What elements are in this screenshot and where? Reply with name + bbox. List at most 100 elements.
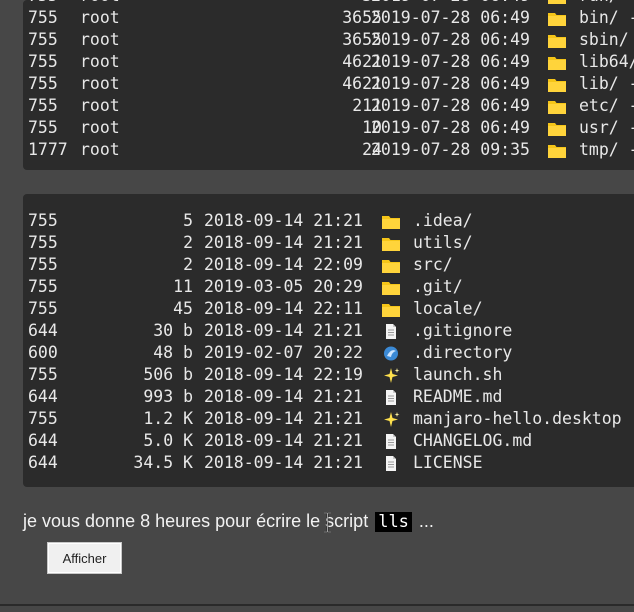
- folder-icon: [548, 77, 566, 92]
- permissions-cell: 600: [28, 343, 58, 362]
- document-icon: [382, 324, 400, 339]
- folder-icon: [548, 143, 566, 158]
- listing-row: 755root362019-07-28 06:49run/: [23, 0, 634, 7]
- document-icon: [382, 434, 400, 449]
- listing-row: 1777 root 24 2019-07-28 09:35 tmp/ -: [23, 139, 634, 161]
- size-cell: 506 b: [143, 365, 193, 384]
- text-cursor-icon: [324, 512, 331, 533]
- date-cell: 2019-07-28 06:49: [371, 118, 530, 137]
- listing-row: 644 30 b 2018-09-14 21:21 .gitignore: [23, 320, 634, 342]
- size-cell: 5.0 K: [143, 431, 193, 450]
- owner-cell: root: [80, 118, 120, 137]
- size-cell: 48 b: [153, 343, 193, 362]
- folder-icon: [382, 302, 400, 317]
- filename-cell: run/: [579, 0, 619, 7]
- folder-icon: [548, 99, 566, 114]
- listing-row: 600 48 b 2019-02-07 20:22 .directory: [23, 342, 634, 364]
- date-cell: 2018-09-14 21:21: [204, 453, 363, 472]
- permissions-cell: 755: [28, 0, 58, 7]
- date-cell: 2018-09-14 22:09: [204, 255, 363, 274]
- date-cell: 2018-09-14 21:21: [204, 431, 363, 450]
- size-cell: 993 b: [143, 387, 193, 406]
- size-cell: 34.5 K: [133, 453, 193, 472]
- filename-cell: tmp/ -: [579, 140, 634, 159]
- listing-row: 755 root 10 2019-07-28 06:49 usr/ -: [23, 117, 634, 139]
- filename-cell: etc/ -: [579, 96, 634, 115]
- filename-cell: LICENSE: [413, 453, 483, 472]
- permissions-cell: 755: [28, 96, 58, 115]
- paragraph-text: je vous donne 8 heures pour écrire le sc…: [23, 511, 374, 531]
- size-cell: 5: [183, 211, 193, 230]
- listing-row: 755 root 211 2019-07-28 06:49 etc/ -: [23, 95, 634, 117]
- listing-row: 644 5.0 K 2018-09-14 21:21 CHANGELOG.md: [23, 430, 634, 452]
- date-cell: 2018-09-14 21:21: [204, 321, 363, 340]
- filename-cell: sbin/ -: [579, 30, 629, 49]
- size-cell: 45: [173, 299, 193, 318]
- filename-cell: utils/: [413, 233, 473, 252]
- permissions-cell: 755: [28, 255, 58, 274]
- folder-icon: [548, 55, 566, 70]
- size-cell: 2: [183, 255, 193, 274]
- listing-row: 755 root 4621 2019-07-28 06:49 lib/ -: [23, 73, 634, 95]
- size-cell: 30 b: [153, 321, 193, 340]
- listing-row: 755 45 2018-09-14 22:11 locale/: [23, 298, 634, 320]
- folder-icon: [548, 0, 566, 4]
- date-cell: 2019-07-28 06:49: [371, 74, 530, 93]
- document-icon: [382, 390, 400, 405]
- size-cell: 1.2 K: [143, 409, 193, 428]
- permissions-cell: 644: [28, 453, 58, 472]
- permissions-cell: 755: [28, 118, 58, 137]
- filename-cell: README.md: [413, 387, 503, 406]
- listing-row: 755 2 2018-09-14 22:09 src/: [23, 254, 634, 276]
- afficher-button[interactable]: Afficher: [47, 542, 122, 574]
- folder-icon: [382, 258, 400, 273]
- date-cell: 2018-09-14 21:21: [204, 409, 363, 428]
- filename-cell: .gitignore: [413, 321, 513, 340]
- permissions-cell: 755: [28, 277, 58, 296]
- permissions-cell: 755: [28, 409, 58, 428]
- filename-cell: .idea/: [413, 211, 473, 230]
- permissions-cell: 755: [28, 299, 58, 318]
- size-cell: 2: [183, 233, 193, 252]
- owner-cell: root: [80, 8, 120, 27]
- permissions-cell: 644: [28, 321, 58, 340]
- filename-cell: lib/ -: [579, 74, 634, 93]
- listing-row: 755 2 2018-09-14 21:21 utils/: [23, 232, 634, 254]
- permissions-cell: 1777: [28, 140, 68, 159]
- folder-icon: [382, 280, 400, 295]
- date-cell: 2019-07-28 06:49: [371, 0, 530, 7]
- date-cell: 2019-07-28 06:49: [371, 96, 530, 115]
- permissions-cell: 755: [28, 74, 58, 93]
- owner-cell: root: [80, 0, 120, 7]
- permissions-cell: 644: [28, 387, 58, 406]
- size-cell: 11: [173, 277, 193, 296]
- filename-cell: .git/: [413, 277, 463, 296]
- document-icon: [382, 456, 400, 471]
- filename-cell: CHANGELOG.md: [413, 431, 533, 450]
- listing-row: 755 11 2019-03-05 20:29 .git/: [23, 276, 634, 298]
- owner-cell: root: [80, 30, 120, 49]
- owner-cell: root: [80, 96, 120, 115]
- permissions-cell: 755: [28, 30, 58, 49]
- folder-icon: [548, 121, 566, 136]
- listing-row: 755 root 3655 2019-07-28 06:49 bin/ -: [23, 7, 634, 29]
- permissions-cell: 755: [28, 233, 58, 252]
- listing-row: 755root36552019-07-28 06:49sbin/ -: [23, 29, 634, 51]
- paragraph: je vous donne 8 heures pour écrire le sc…: [23, 511, 434, 532]
- filename-cell: lib64/: [579, 52, 634, 71]
- date-cell: 2019-07-28 06:49: [371, 30, 530, 49]
- filename-cell: .directory: [413, 343, 513, 362]
- folder-icon: [382, 214, 400, 229]
- terminal-listing-top: 755root362019-07-28 06:49run/755root3655…: [23, 0, 634, 170]
- date-cell: 2018-09-14 22:19: [204, 365, 363, 384]
- permissions-cell: 644: [28, 431, 58, 450]
- inline-code: lls: [375, 512, 412, 532]
- sparkle-icon: [382, 368, 400, 383]
- owner-cell: root: [80, 52, 120, 71]
- filename-cell: launch.sh: [413, 365, 503, 384]
- date-cell: 2019-02-07 20:22: [204, 343, 363, 362]
- date-cell: 2019-07-28 06:49: [371, 8, 530, 27]
- permissions-cell: 755: [28, 211, 58, 230]
- listing-row: 755 506 b 2018-09-14 22:19 launch.sh: [23, 364, 634, 386]
- sparkle-icon: [382, 412, 400, 427]
